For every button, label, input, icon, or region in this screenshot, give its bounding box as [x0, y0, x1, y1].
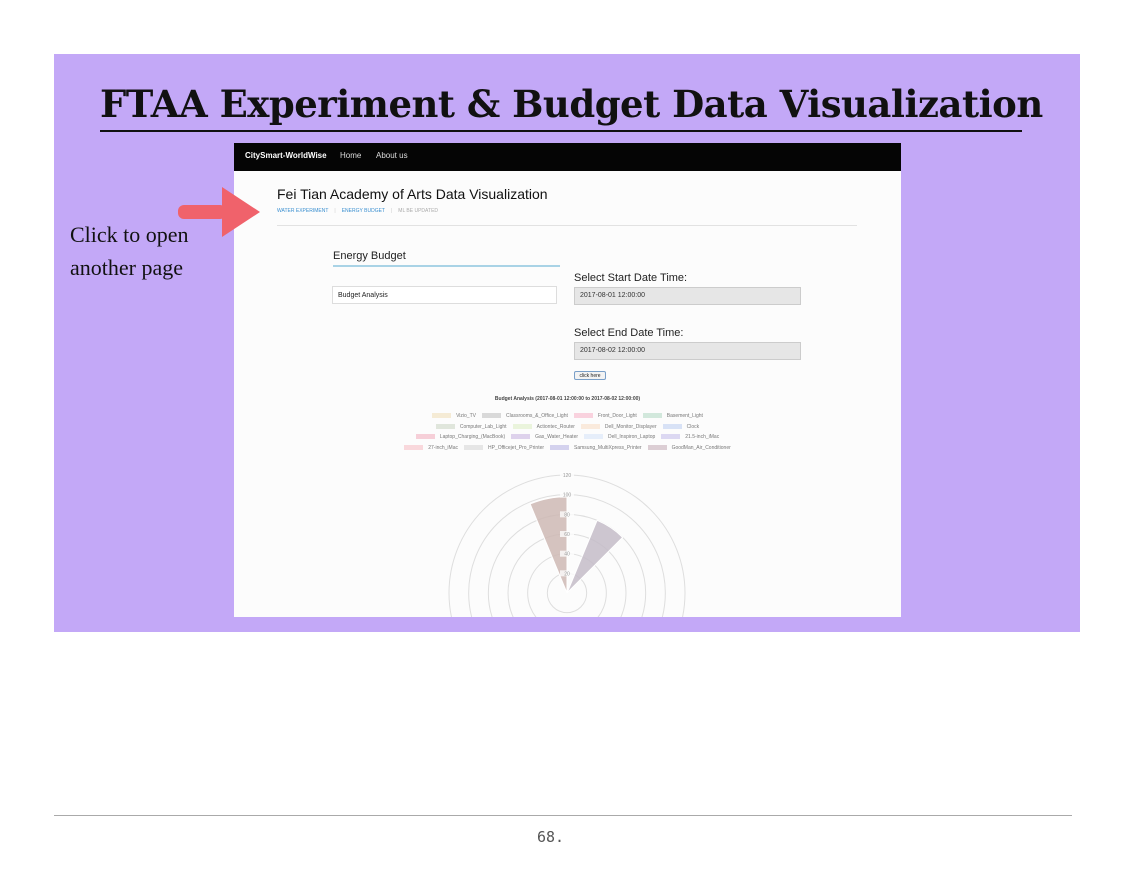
slide-title: FTAA Experiment & Budget Data Visualizat… — [100, 82, 1043, 126]
callout-line-2: another page — [70, 255, 183, 280]
polar-segment — [529, 496, 568, 594]
page-number: 68. — [537, 828, 565, 846]
callout-line-1: Click to open — [70, 222, 189, 247]
r-tick-label: 120 — [563, 473, 572, 479]
title-underline — [100, 130, 1022, 132]
r-tick-label: 60 — [564, 532, 570, 538]
r-tick-label: 100 — [563, 493, 572, 499]
r-tick-label: 80 — [564, 512, 570, 518]
r-tick-label: 20 — [564, 571, 570, 577]
app-screenshot: CitySmart-WorldWise Home About us Fei Ti… — [234, 143, 901, 617]
polar-area-chart: 120 100 80 60 40 20 — [448, 472, 686, 617]
footer-divider — [54, 815, 1072, 816]
callout-text: Click to open another page — [70, 218, 189, 284]
polar-segment — [566, 519, 624, 594]
r-tick-label: 40 — [564, 552, 570, 558]
callout-arrow-icon — [178, 187, 260, 237]
